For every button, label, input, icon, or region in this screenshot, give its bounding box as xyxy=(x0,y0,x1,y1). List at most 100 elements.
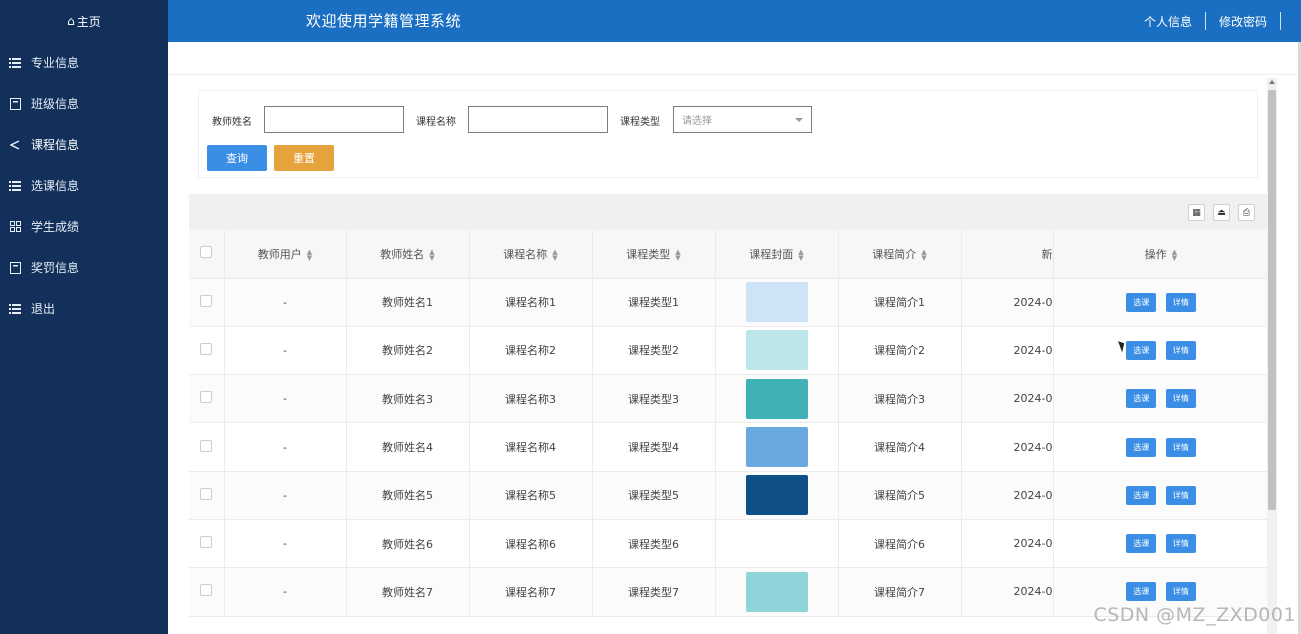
course-name-cell: 课程名称5 xyxy=(469,471,593,520)
sidebar-item-grades[interactable]: 学生成绩 xyxy=(0,206,168,247)
course-cover-image xyxy=(745,378,808,419)
date-cell: 2024-0 xyxy=(961,471,1054,520)
sidebar: ⌂ 主页 专业信息 班级信息 课程信息 选课信息 学生成绩 奖罚信息 退出 xyxy=(0,0,168,634)
teacher-name-cell: 教师姓名2 xyxy=(346,326,470,376)
detail-button[interactable]: 详情 xyxy=(1165,389,1196,409)
column-header[interactable]: 课程类型 ▲ ▼ xyxy=(592,230,716,279)
change-password-link[interactable]: 修改密码 xyxy=(1206,13,1280,30)
detail-button[interactable]: 详情 xyxy=(1165,534,1196,554)
select-course-button[interactable]: 选课 xyxy=(1126,292,1157,312)
course-type-select[interactable]: 请选择 xyxy=(673,106,812,133)
sort-icon: ▲ ▼ xyxy=(675,247,681,262)
select-course-button[interactable]: 选课 xyxy=(1126,582,1157,602)
row-checkbox[interactable] xyxy=(200,439,213,452)
sidebar-item-class[interactable]: 班级信息 xyxy=(0,83,168,124)
select-course-button[interactable]: 选课 xyxy=(1126,437,1157,457)
table-row: - 教师姓名3 课程名称3 课程类型3 课程简介3 2024-0 选课 详情 xyxy=(189,374,1269,424)
sidebar-item-logout[interactable]: 退出 xyxy=(0,288,168,329)
select-course-button[interactable]: 选课 xyxy=(1126,389,1157,409)
table-row: - 教师姓名1 课程名称1 课程类型1 课程简介1 2024-0 选课 详情 xyxy=(189,278,1269,327)
sidebar-item-enrollment[interactable]: 选课信息 xyxy=(0,165,168,206)
detail-button[interactable]: 详情 xyxy=(1165,437,1196,457)
row-checkbox[interactable] xyxy=(200,584,213,597)
sidebar-item-label: 退出 xyxy=(31,302,56,316)
column-header[interactable]: 课程名称 ▲ ▼ xyxy=(469,230,593,279)
course-name-input[interactable] xyxy=(468,106,608,133)
actions-cell: 选课 详情 xyxy=(1053,519,1269,569)
query-button[interactable]: 查询 xyxy=(207,145,267,171)
course-type-cell: 课程类型5 xyxy=(592,471,716,520)
detail-button[interactable]: 详情 xyxy=(1165,582,1196,602)
reset-button[interactable]: 重置 xyxy=(274,145,334,171)
sidebar-item-major[interactable]: 专业信息 xyxy=(0,42,168,83)
main-content: 教师姓名 课程名称 课程类型 请选择 查询 重置 ▦ ⏏ ⎙ 教师用户 ▲ ▼ … xyxy=(168,42,1301,634)
print-icon[interactable]: ⎙ xyxy=(1238,204,1255,221)
select-all-checkbox[interactable] xyxy=(200,246,213,259)
grid-icon xyxy=(8,220,22,234)
course-cover-cell xyxy=(715,326,839,376)
export-icon[interactable]: ⏏ xyxy=(1213,204,1230,221)
row-select-cell xyxy=(189,326,225,376)
columns-icon[interactable]: ▦ xyxy=(1188,204,1205,221)
course-name-cell: 课程名称6 xyxy=(469,519,593,569)
teacher-name-cell: 教师姓名6 xyxy=(346,519,470,569)
sidebar-item-course[interactable]: 课程信息 xyxy=(0,124,168,165)
table-row: - 教师姓名2 课程名称2 课程类型2 课程简介2 2024-0 选课 详情 xyxy=(189,326,1269,376)
row-checkbox[interactable] xyxy=(200,342,213,355)
scroll-up-icon[interactable] xyxy=(1269,80,1275,84)
select-course-button[interactable]: 选课 xyxy=(1126,485,1157,505)
teacher-user-cell: - xyxy=(224,374,347,424)
watermark: CSDN @MZ_ZXD001 xyxy=(1093,604,1296,626)
book-icon xyxy=(8,97,22,111)
row-checkbox[interactable] xyxy=(200,487,213,500)
sidebar-item-label: 选课信息 xyxy=(31,179,80,193)
teacher-name-cell: 教师姓名5 xyxy=(346,471,470,520)
row-select-cell xyxy=(189,374,225,424)
course-name-cell: 课程名称3 xyxy=(469,374,593,424)
teacher-name-input[interactable] xyxy=(264,106,404,133)
detail-button[interactable]: 详情 xyxy=(1165,485,1196,505)
vertical-scrollbar[interactable] xyxy=(1267,78,1277,634)
teacher-name-label: 教师姓名 xyxy=(212,117,252,128)
sidebar-item-rewards[interactable]: 奖罚信息 xyxy=(0,247,168,288)
select-course-button[interactable]: 选课 xyxy=(1126,534,1157,554)
column-header[interactable]: 操作 ▲ ▼ xyxy=(1053,230,1269,279)
column-header[interactable]: 课程封面 ▲ ▼ xyxy=(715,230,839,279)
list-icon xyxy=(8,179,22,193)
date-cell: 2024-0 xyxy=(961,278,1054,327)
course-intro-cell: 课程简介6 xyxy=(838,519,962,569)
teacher-user-cell: - xyxy=(224,278,347,327)
column-header[interactable]: 教师用户 ▲ ▼ xyxy=(224,230,347,279)
sidebar-menu: 专业信息 班级信息 课程信息 选课信息 学生成绩 奖罚信息 退出 xyxy=(0,42,168,329)
sidebar-home[interactable]: ⌂ 主页 xyxy=(0,0,168,42)
row-checkbox[interactable] xyxy=(200,536,213,549)
row-checkbox[interactable] xyxy=(200,294,213,307)
sort-icon: ▲ ▼ xyxy=(798,247,804,262)
course-cover-cell xyxy=(715,278,839,327)
home-icon: ⌂ xyxy=(67,14,75,28)
detail-button[interactable]: 详情 xyxy=(1165,292,1196,312)
scrollbar-thumb[interactable] xyxy=(1268,90,1276,510)
profile-link[interactable]: 个人信息 xyxy=(1131,13,1205,30)
course-cover-cell xyxy=(715,422,839,472)
date-cell: 2024-0 xyxy=(961,519,1054,569)
column-header[interactable]: 课程简介 ▲ ▼ xyxy=(838,230,962,279)
header-divider xyxy=(1280,12,1281,30)
share-icon xyxy=(8,138,22,152)
column-header[interactable]: 教师姓名 ▲ ▼ xyxy=(346,230,470,279)
sort-icon: ▲ ▼ xyxy=(552,247,558,262)
course-type-label: 课程类型 xyxy=(620,117,660,128)
course-intro-cell: 课程简介4 xyxy=(838,422,962,472)
select-all-cell xyxy=(189,230,225,279)
chevron-down-icon xyxy=(795,118,803,122)
actions-cell: 选课 详情 xyxy=(1053,374,1269,424)
row-checkbox[interactable] xyxy=(200,391,213,404)
course-cover-cell xyxy=(715,471,839,520)
sort-icon: ▲ ▼ xyxy=(429,247,435,262)
teacher-name-cell: 教师姓名1 xyxy=(346,278,470,327)
course-name-cell: 课程名称2 xyxy=(469,326,593,376)
course-cover-cell xyxy=(715,567,839,617)
detail-button[interactable]: 详情 xyxy=(1165,340,1196,360)
select-course-button[interactable]: 选课 xyxy=(1126,340,1157,360)
column-header[interactable]: 新 xyxy=(961,230,1054,279)
